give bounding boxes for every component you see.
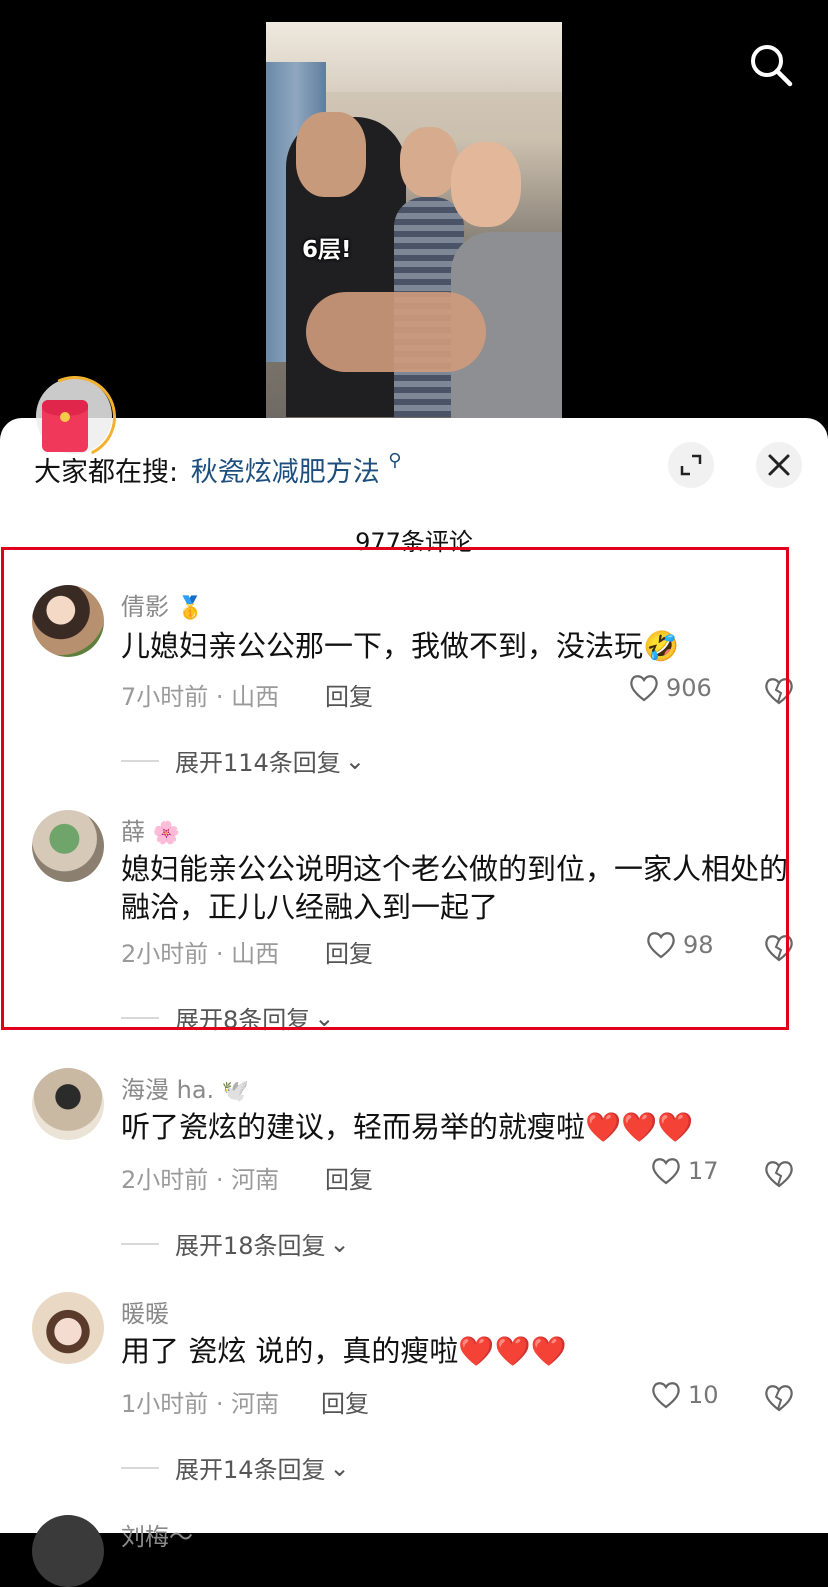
comment-count: 977条评论 (355, 528, 473, 556)
comment-meta: 2小时前 · 山西 (121, 940, 280, 968)
expand-replies[interactable]: 展开114条回复 ⌄ (121, 743, 365, 778)
username-text: 薛 (121, 818, 145, 846)
broken-heart-icon[interactable] (762, 930, 796, 964)
reply-button[interactable]: 回复 (321, 1384, 369, 1419)
expand-icon (680, 454, 702, 476)
like-button[interactable]: 98 (645, 930, 714, 960)
reply-button[interactable]: 回复 (325, 934, 373, 969)
video-person-child-head (400, 127, 458, 197)
comment-text[interactable]: 儿媳妇亲公公那一下，我做不到，没法玩🤣 (121, 627, 791, 665)
like-button[interactable]: 10 (650, 1380, 719, 1410)
comment-text[interactable]: 媳妇能亲公公说明这个老公做的到位，一家人相处的融洽，正儿八经融入到一起了 (121, 850, 791, 926)
video-person-woman-head (451, 142, 521, 227)
broken-heart-icon[interactable] (762, 1156, 796, 1190)
chevron-down-icon: ⌄ (314, 1003, 335, 1032)
hot-search-query[interactable]: 秋瓷炫减肥方法 (191, 457, 380, 488)
username-text: 刘梅～ (121, 1523, 193, 1551)
heart-icon (652, 1158, 680, 1185)
like-count: 10 (688, 1381, 719, 1409)
like-button[interactable]: 906 (628, 673, 712, 703)
medal-icon: 🥇 (176, 596, 205, 621)
heart-icon (647, 932, 675, 959)
video-player[interactable]: 6层! (0, 0, 828, 430)
avatar[interactable] (32, 585, 104, 657)
comment-meta: 1小时前 · 河南 (121, 1390, 280, 1418)
heart-icon (652, 1382, 680, 1409)
comment-text[interactable]: 用了 瓷炫 说的，真的瘦啦❤️❤️❤️ (121, 1332, 791, 1370)
avatar[interactable] (32, 810, 104, 882)
username-text: 海漫 ha. (121, 1076, 215, 1104)
comment-username[interactable]: 刘梅～ (121, 1517, 193, 1552)
like-count: 98 (683, 931, 714, 959)
divider-line (121, 759, 159, 762)
dove-icon: 🕊️ (221, 1079, 250, 1104)
video-caption: 6层! (302, 237, 352, 263)
video-hands (306, 292, 486, 372)
reply-button[interactable]: 回复 (325, 1160, 373, 1195)
avatar[interactable] (32, 1515, 104, 1587)
expand-replies[interactable]: 展开8条回复 ⌄ (121, 1000, 334, 1035)
close-button[interactable] (756, 442, 802, 488)
broken-heart-icon[interactable] (762, 1380, 796, 1414)
comment-meta: 2小时前 · 河南 (121, 1166, 280, 1194)
avatar[interactable] (32, 1068, 104, 1140)
expand-replies[interactable]: 展开14条回复 ⌄ (121, 1450, 350, 1485)
heart-icon (630, 675, 658, 702)
small-search-icon: ⚲ (388, 450, 402, 471)
expand-replies-text: 展开18条回复 (175, 1232, 326, 1260)
search-icon[interactable] (748, 42, 794, 88)
expand-replies-text: 展开14条回复 (175, 1456, 326, 1484)
comment-username[interactable]: 薛 🌸 (121, 812, 180, 847)
reply-button[interactable]: 回复 (325, 677, 373, 712)
divider-line (121, 1242, 159, 1245)
red-packet-icon[interactable] (22, 364, 128, 470)
comment-text[interactable]: 听了瓷炫的建议，轻而易举的就瘦啦❤️❤️❤️ (121, 1108, 791, 1146)
like-count: 906 (666, 674, 712, 702)
comment-meta: 7小时前 · 山西 (121, 683, 280, 711)
like-count: 17 (688, 1157, 719, 1185)
expand-replies-text: 展开8条回复 (175, 1006, 311, 1034)
video-person-man-head (296, 112, 366, 197)
expand-replies-text: 展开114条回复 (175, 749, 341, 777)
hot-search-label: 大家都在搜: (34, 457, 179, 488)
divider-line (121, 1466, 159, 1469)
username-text: 暖暖 (121, 1300, 169, 1328)
comment-username[interactable]: 海漫 ha. 🕊️ (121, 1070, 249, 1105)
chevron-down-icon: ⌄ (344, 746, 365, 775)
comment-username[interactable]: 暖暖 (121, 1294, 169, 1329)
comment-username[interactable]: 倩影 🥇 (121, 587, 204, 622)
avatar[interactable] (32, 1292, 104, 1364)
broken-heart-icon[interactable] (762, 673, 796, 707)
like-button[interactable]: 17 (650, 1156, 719, 1186)
red-envelope-icon (42, 400, 88, 452)
close-icon (768, 454, 790, 476)
hot-search-bar[interactable]: 大家都在搜: 秋瓷炫减肥方法 ⚲ (34, 450, 401, 489)
divider-line (121, 1016, 159, 1019)
flower-icon: 🌸 (152, 821, 181, 846)
expand-replies[interactable]: 展开18条回复 ⌄ (121, 1226, 350, 1261)
expand-panel-button[interactable] (668, 442, 714, 488)
chevron-down-icon: ⌄ (329, 1453, 350, 1482)
video-frame[interactable]: 6层! (266, 22, 562, 418)
username-text: 倩影 (121, 593, 169, 621)
chevron-down-icon: ⌄ (329, 1229, 350, 1258)
